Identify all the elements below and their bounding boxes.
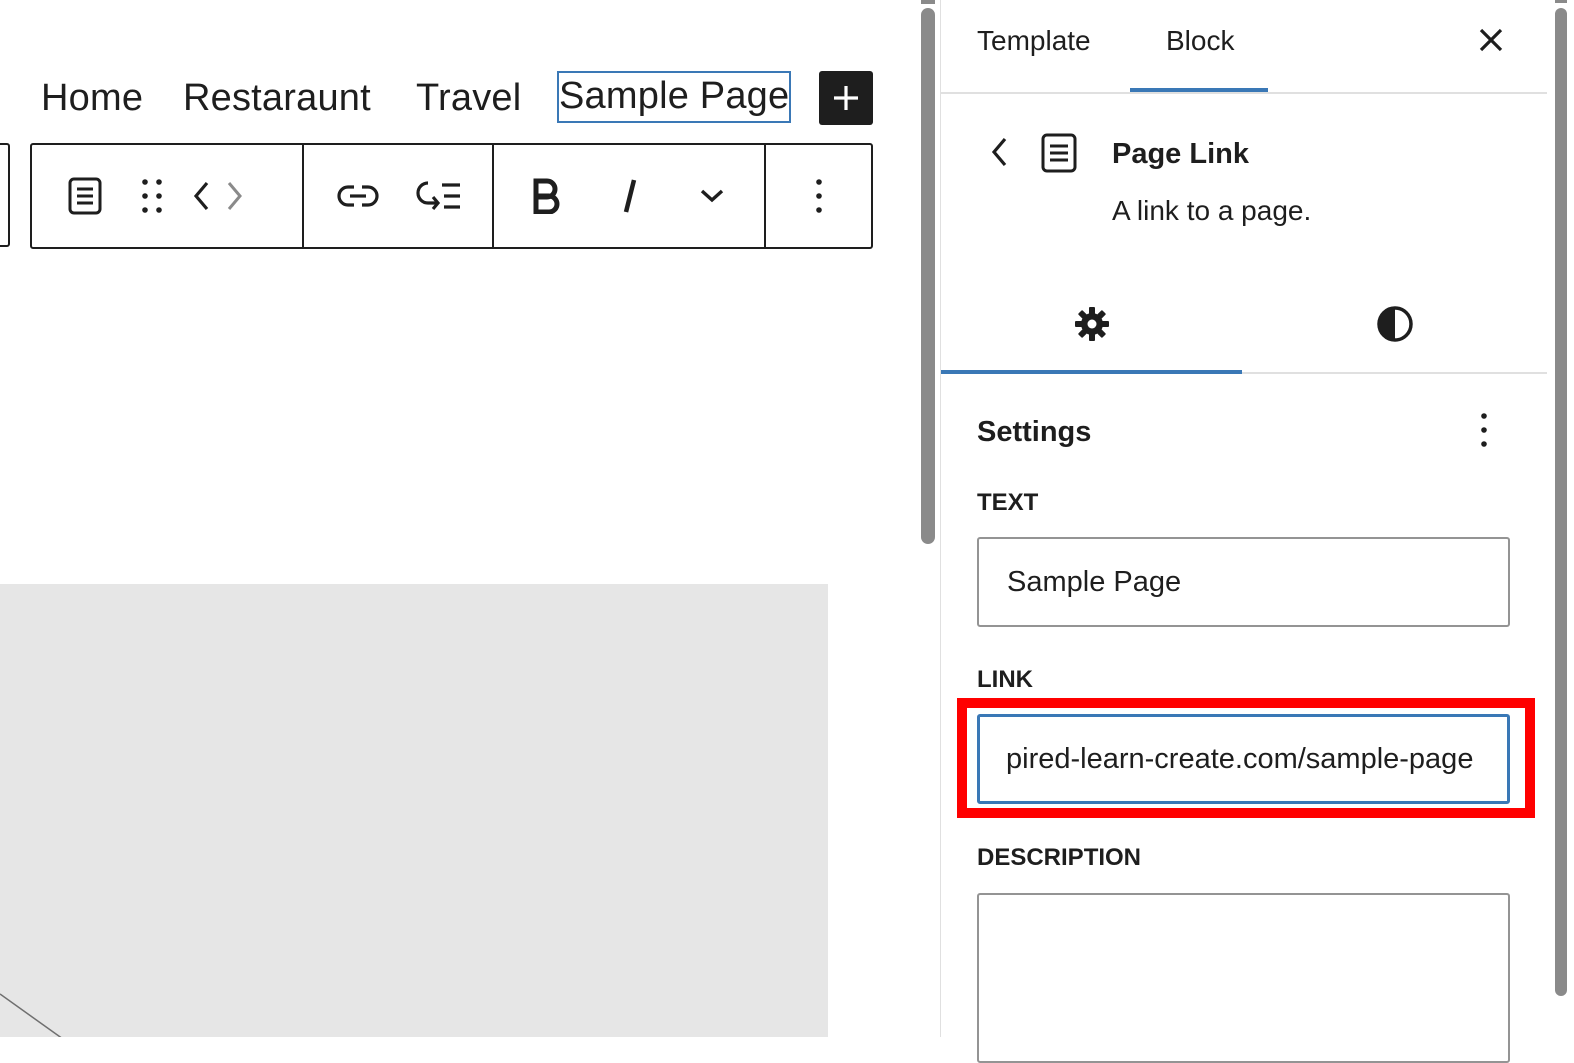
active-tab-indicator <box>1130 88 1268 92</box>
block-options-button[interactable] <box>789 145 849 247</box>
link-button[interactable] <box>330 145 386 247</box>
link-field-label: LINK <box>977 666 1033 693</box>
sidebar-scrollbar-cap <box>1555 0 1567 3</box>
block-title: Page Link <box>1112 138 1249 170</box>
placeholder-diagonal-line <box>0 993 62 1037</box>
nav-item-sample-page[interactable]: Sample Page <box>556 71 792 123</box>
more-formats-button[interactable] <box>682 145 742 247</box>
italic-button[interactable] <box>599 145 659 247</box>
nav-item-restaurant[interactable]: Restaraunt <box>183 76 371 120</box>
add-submenu-icon <box>416 181 460 211</box>
italic-icon <box>623 179 637 213</box>
tab-styles[interactable] <box>1244 276 1545 372</box>
move-left-icon <box>193 181 209 211</box>
tab-settings[interactable] <box>941 276 1242 372</box>
toolbar-group-options <box>764 145 871 247</box>
tab-block[interactable]: Block <box>1166 22 1234 60</box>
more-vertical-icon <box>1481 413 1487 447</box>
description-field-label: DESCRIPTION <box>977 844 1142 871</box>
settings-options-button[interactable] <box>1469 408 1499 452</box>
editor-canvas: Home Restaraunt Travel Sample Page <box>0 0 920 1037</box>
link-icon <box>337 185 379 207</box>
parent-toolbar-edge <box>0 143 10 247</box>
toolbar-group-format <box>492 145 764 247</box>
image-placeholder <box>0 584 828 1037</box>
bold-icon <box>533 178 560 214</box>
block-toolbar <box>30 143 873 249</box>
settings-panel-title: Settings <box>977 416 1092 448</box>
drag-handle-icon <box>142 179 162 213</box>
close-sidebar-button[interactable] <box>1473 20 1509 60</box>
inspector-tabs <box>941 276 1547 374</box>
drag-handle-button[interactable] <box>126 145 178 247</box>
sidebar-tabs: Template Block <box>941 0 1547 94</box>
back-button[interactable] <box>985 132 1015 172</box>
block-description: A link to a page. <box>1112 195 1312 226</box>
gear-icon <box>1074 307 1109 341</box>
contrast-icon <box>1376 306 1413 342</box>
chevron-down-icon <box>701 189 724 203</box>
tab-template[interactable]: Template <box>977 22 1091 60</box>
page-link-block-button[interactable] <box>44 145 126 247</box>
text-input[interactable] <box>977 537 1510 627</box>
add-submenu-button[interactable] <box>410 145 466 247</box>
link-input[interactable] <box>977 714 1510 804</box>
description-textarea[interactable] <box>977 893 1510 1063</box>
settings-sidebar: Template Block Page Link A link to a pag… <box>940 0 1574 1063</box>
plus-icon <box>834 86 858 110</box>
text-field-label: TEXT <box>977 489 1039 516</box>
active-inspector-tab-indicator <box>941 370 1242 374</box>
move-right-button[interactable] <box>218 145 250 247</box>
toolbar-group-link <box>302 145 492 247</box>
nav-item-home[interactable]: Home <box>41 76 143 120</box>
page-icon <box>1041 133 1077 173</box>
move-left-button[interactable] <box>186 145 218 247</box>
nav-item-travel[interactable]: Travel <box>416 76 521 120</box>
more-vertical-icon <box>815 179 822 213</box>
canvas-scrollbar-cap <box>921 0 935 4</box>
chevron-left-icon <box>991 137 1007 167</box>
page-link-block-icon <box>68 177 102 215</box>
close-icon <box>1479 28 1503 52</box>
sidebar-scrollbar[interactable] <box>1555 8 1567 996</box>
canvas-scrollbar[interactable] <box>921 8 935 544</box>
toolbar-group-block <box>32 145 302 247</box>
move-right-icon <box>227 182 242 210</box>
add-block-button[interactable] <box>819 71 873 125</box>
bold-button[interactable] <box>516 145 576 247</box>
